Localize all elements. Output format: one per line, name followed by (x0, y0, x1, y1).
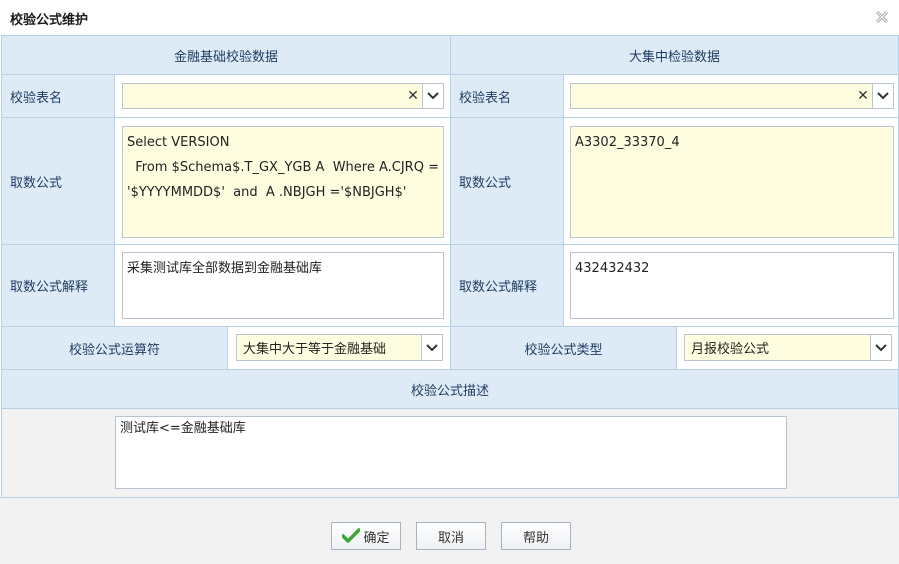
left-explain-label: 取数公式解释 (10, 280, 89, 295)
left-section-title: 金融基础校验数据 (173, 49, 278, 65)
right-explain-textarea[interactable]: 432432432 (570, 252, 894, 319)
right-table-select[interactable]: ✕ (570, 83, 894, 109)
description-textarea[interactable]: 测试库<=金融基础库 (115, 416, 787, 489)
dialog-titlebar: 校验公式维护 (0, 0, 899, 34)
left-section-header: 金融基础校验数据 (1, 35, 451, 75)
help-button-label: 帮助 (522, 530, 549, 546)
right-explain-label: 取数公式解释 (459, 280, 538, 295)
operator-label-cell: 校验公式运算符 (1, 326, 228, 370)
left-formula-textarea[interactable]: Select VERSION From $Schema$.T_GX_YGB A … (122, 126, 444, 238)
right-formula-textarea[interactable]: A3302_33370_4 (570, 126, 894, 238)
dialog-title: 校验公式维护 (10, 13, 89, 28)
right-section-title: 大集中检验数据 (628, 49, 720, 65)
right-formula-cell: A3302_33370_4 (563, 117, 899, 245)
close-icon[interactable] (875, 10, 889, 24)
left-explain-cell: 采集测试库全部数据到金融基础库 (114, 244, 451, 327)
left-table-clear-icon[interactable]: ✕ (405, 84, 421, 108)
left-formula-label-cell: 取数公式 (1, 117, 115, 245)
right-table-clear-icon[interactable]: ✕ (855, 84, 871, 108)
cancel-button-label: 取消 (437, 530, 464, 546)
left-table-dropdown-icon[interactable] (422, 84, 443, 108)
type-dropdown-icon[interactable] (870, 335, 891, 360)
right-table-cell: ✕ (563, 74, 899, 118)
left-explain-textarea[interactable]: 采集测试库全部数据到金融基础库 (122, 252, 444, 319)
right-formula-label: 取数公式 (459, 175, 512, 191)
type-cell: 月报校验公式 (676, 326, 899, 370)
type-label: 校验公式类型 (524, 342, 603, 358)
right-table-label: 校验表名 (459, 90, 512, 106)
right-explain-label-cell: 取数公式解释 (450, 244, 564, 327)
left-table-label-cell: 校验表名 (1, 74, 115, 118)
left-formula-cell: Select VERSION From $Schema$.T_GX_YGB A … (114, 117, 451, 245)
right-table-label-cell: 校验表名 (450, 74, 564, 118)
formula-dialog: 校验公式维护 金融基础校验数据 大集中检验数据 校验表名 ✕ 校验表名 ✕ 取数… (0, 0, 899, 564)
left-table-label: 校验表名 (10, 90, 63, 106)
description-header: 校验公式描述 (1, 369, 899, 409)
operator-dropdown-icon[interactable] (421, 335, 442, 360)
type-label-cell: 校验公式类型 (450, 326, 677, 370)
right-explain-cell: 432432432 (563, 244, 899, 327)
help-button[interactable]: 帮助 (501, 522, 571, 550)
right-table-dropdown-icon[interactable] (872, 84, 893, 108)
checkmark-icon (342, 528, 361, 543)
ok-button[interactable]: 确定 (331, 522, 401, 550)
left-formula-label: 取数公式 (10, 175, 63, 191)
type-select[interactable]: 月报校验公式 (684, 334, 892, 361)
cancel-button[interactable]: 取消 (416, 522, 486, 550)
description-title: 校验公式描述 (410, 383, 489, 399)
right-formula-label-cell: 取数公式 (450, 117, 564, 245)
left-table-cell: ✕ (114, 74, 451, 118)
dialog-footer: 确定 取消 帮助 (0, 497, 899, 564)
operator-label: 校验公式运算符 (68, 342, 160, 358)
description-cell: 测试库<=金融基础库 (1, 408, 899, 498)
operator-value: 大集中大于等于金融基础 (243, 342, 387, 357)
type-value: 月报校验公式 (691, 342, 770, 357)
operator-cell: 大集中大于等于金融基础 (227, 326, 451, 370)
operator-select[interactable]: 大集中大于等于金融基础 (236, 334, 443, 361)
left-explain-label-cell: 取数公式解释 (1, 244, 115, 327)
left-table-select[interactable]: ✕ (122, 83, 444, 109)
ok-button-label: 确定 (363, 530, 390, 546)
right-section-header: 大集中检验数据 (450, 35, 899, 75)
